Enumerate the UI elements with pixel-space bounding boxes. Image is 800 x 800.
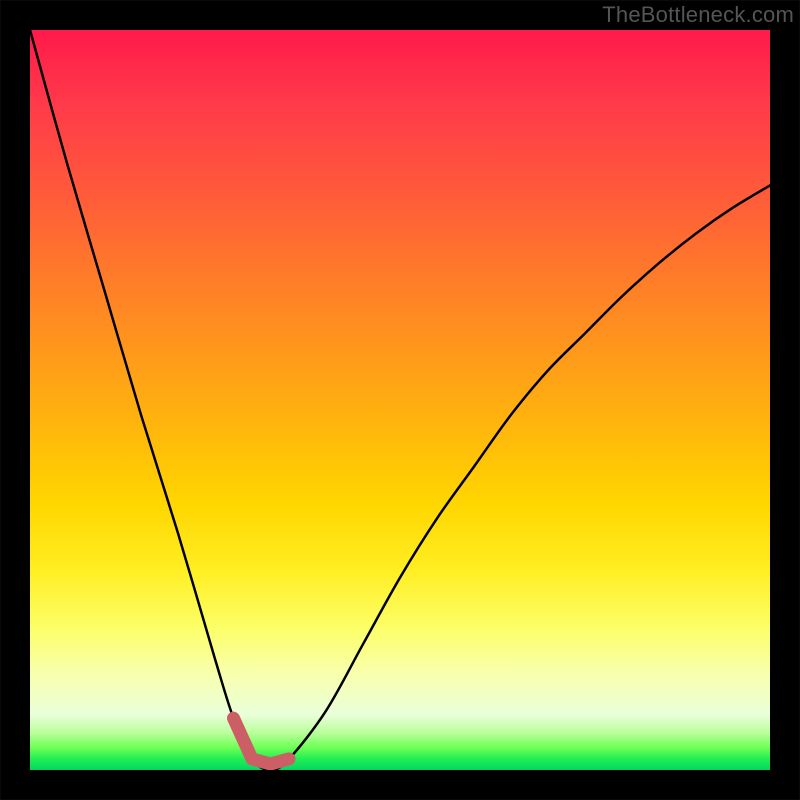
plot-area bbox=[30, 30, 770, 770]
watermark: TheBottleneck.com bbox=[602, 2, 794, 28]
curve-svg bbox=[30, 30, 770, 770]
valley-marker bbox=[234, 718, 290, 764]
bottleneck-curve bbox=[30, 30, 770, 770]
chart-frame: TheBottleneck.com bbox=[0, 0, 800, 800]
